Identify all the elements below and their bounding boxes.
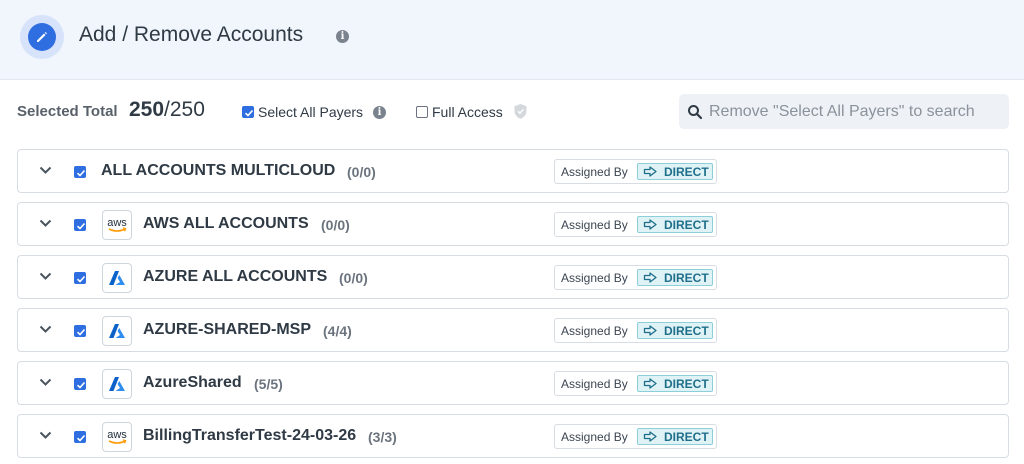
direct-badge: DIRECT [637,269,713,286]
azure-logo-icon [109,377,125,391]
account-name: BillingTransferTest-24-03-26 [143,427,357,444]
account-checkbox[interactable] [74,431,86,443]
info-icon[interactable]: i [373,106,386,119]
account-count: (0/0) [321,217,350,233]
assigned-by-label: Assigned By [561,218,628,232]
select-all-payers-checkbox[interactable] [242,106,254,118]
account-name: AzureShared [143,374,242,391]
chevron-down-icon[interactable] [39,219,52,228]
full-access-checkbox[interactable] [416,106,428,118]
full-access-label[interactable]: Full Access [432,104,503,120]
direct-label: DIRECT [664,271,709,285]
account-row-5: AzureShared (5/5) Assigned By DIRECT [17,361,1009,405]
search-icon [688,105,703,120]
direct-badge: DIRECT [637,375,713,392]
azure-logo-icon [109,324,125,338]
account-row-4: AZURE-SHARED-MSP (4/4) Assigned By DIREC… [17,308,1009,352]
provider-logo [102,369,132,399]
selected-total-count: 250/250 [129,98,205,122]
account-count: (3/3) [368,429,397,445]
assigned-by-badge: Assigned By DIRECT [554,265,717,290]
search-input[interactable] [709,94,1004,129]
search-box[interactable] [679,94,1009,129]
account-row-1: ALL ACCOUNTS MULTICLOUD (0/0) Assigned B… [17,149,1009,193]
aws-logo-text: aws [107,217,127,229]
assigned-by-badge: Assigned By DIRECT [554,424,717,449]
total-count: /250 [164,98,205,121]
account-checkbox[interactable] [74,272,86,284]
direct-label: DIRECT [664,430,709,444]
shield-icon [513,103,528,125]
chevron-down-icon[interactable] [39,166,52,175]
account-count: (4/4) [323,323,352,339]
provider-logo [102,316,132,346]
assigned-by-label: Assigned By [561,377,628,391]
assigned-by-badge: Assigned By DIRECT [554,159,717,184]
assigned-by-badge: Assigned By DIRECT [554,212,717,237]
direct-badge: DIRECT [637,216,713,233]
account-name: ALL ACCOUNTS MULTICLOUD [101,162,336,179]
aws-logo-icon: aws [107,429,127,444]
assigned-by-label: Assigned By [561,165,628,179]
account-row-6: aws BillingTransferTest-24-03-26 (3/3) A… [17,414,1009,458]
provider-logo: aws [102,210,132,240]
direct-label: DIRECT [664,377,709,391]
chevron-down-icon[interactable] [39,272,52,281]
chevron-down-icon[interactable] [39,431,52,440]
direct-label: DIRECT [664,324,709,338]
account-checkbox[interactable] [74,166,86,178]
account-name: AZURE ALL ACCOUNTS [143,268,328,285]
assigned-by-label: Assigned By [561,324,628,338]
arrow-right-icon [643,325,657,336]
provider-logo [102,263,132,293]
aws-logo-icon: aws [107,217,127,232]
account-name: AWS ALL ACCOUNTS [143,215,309,232]
arrow-right-icon [643,378,657,389]
assigned-by-badge: Assigned By DIRECT [554,371,717,396]
arrow-right-icon [643,219,657,230]
page-title: Add / Remove Accounts [79,23,304,46]
assigned-by-label: Assigned By [561,271,628,285]
account-checkbox[interactable] [74,325,86,337]
selected-count: 250 [129,98,165,121]
account-count: (0/0) [339,270,368,286]
aws-logo-text: aws [107,429,127,441]
assigned-by-label: Assigned By [561,430,628,444]
pencil-icon [28,23,56,51]
account-row-2: aws AWS ALL ACCOUNTS (0/0) Assigned By D… [17,202,1009,246]
chevron-down-icon[interactable] [39,325,52,334]
direct-badge: DIRECT [637,428,713,445]
chevron-down-icon[interactable] [39,378,52,387]
direct-label: DIRECT [664,165,709,179]
account-checkbox[interactable] [74,378,86,390]
account-count: (5/5) [254,376,283,392]
select-all-payers-label[interactable]: Select All Payers [258,104,363,120]
arrow-right-icon [643,431,657,442]
provider-logo: aws [102,422,132,452]
selected-total-label: Selected Total [17,103,118,120]
account-count: (0/0) [347,164,376,180]
arrow-right-icon [643,272,657,283]
account-name: AZURE-SHARED-MSP [143,321,311,338]
arrow-right-icon [643,166,657,177]
direct-label: DIRECT [664,218,709,232]
assigned-by-badge: Assigned By DIRECT [554,318,717,343]
account-row-3: AZURE ALL ACCOUNTS (0/0) Assigned By DIR… [17,255,1009,299]
azure-logo-icon [109,271,125,285]
page-header: Add / Remove Accounts i [0,0,1024,80]
account-checkbox[interactable] [74,219,86,231]
direct-badge: DIRECT [637,163,713,180]
info-icon[interactable]: i [336,30,349,43]
direct-badge: DIRECT [637,322,713,339]
